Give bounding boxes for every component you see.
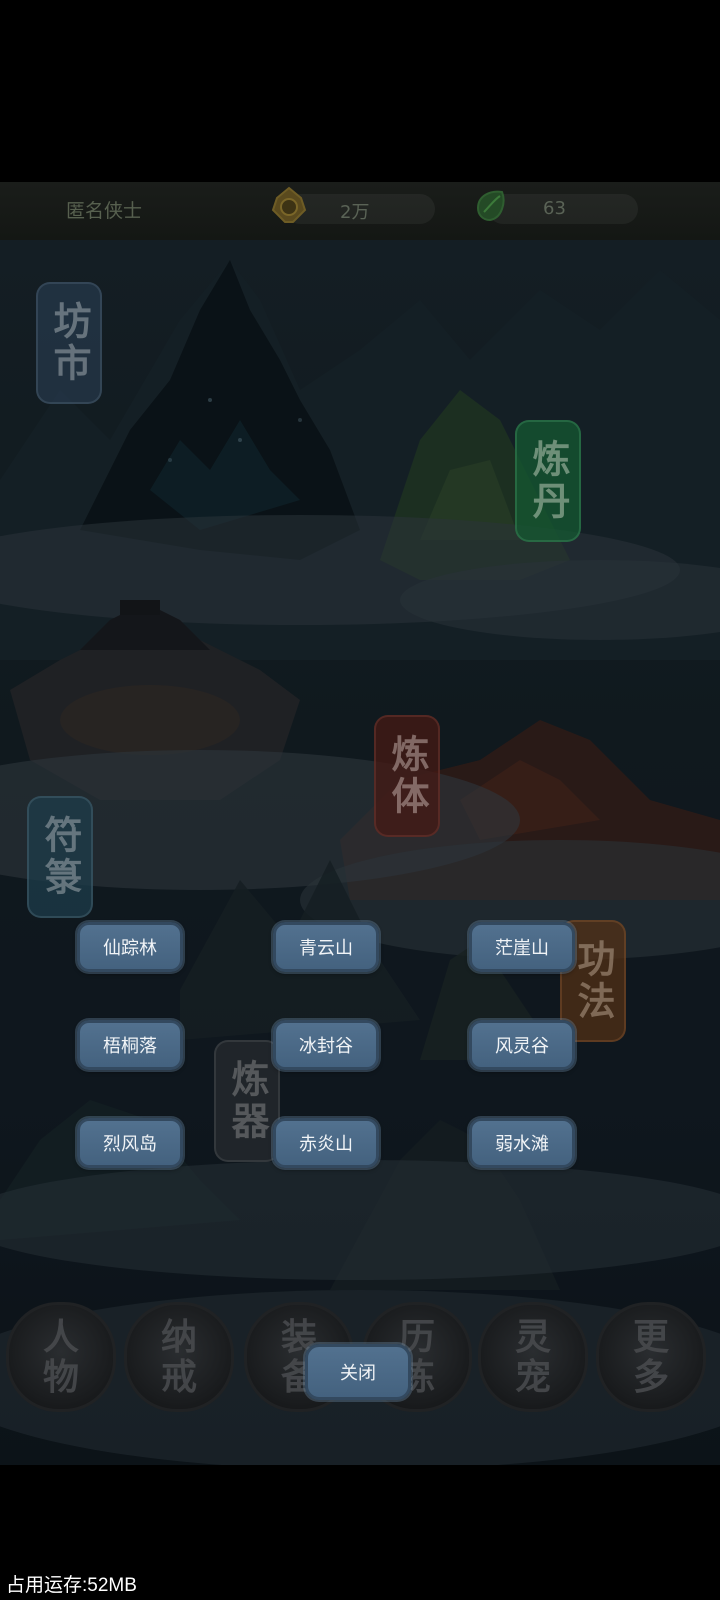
nav-character-label: 人物	[42, 1316, 79, 1398]
game-screen: 匿名侠士 2万 63 坊市 炼丹 炼体 符箓 功法 炼器 人 物 纳 戒 装 备…	[0, 0, 720, 1600]
location-button-wutongluo[interactable]: 梧桐落	[77, 1020, 183, 1070]
player-name: 匿名侠士	[66, 200, 143, 222]
close-button[interactable]: 关闭	[305, 1344, 411, 1400]
location-button-chiyanshan[interactable]: 赤炎山	[273, 1118, 379, 1168]
location-button-bingfenggu[interactable]: 冰封谷	[273, 1020, 379, 1070]
jade-leaf-icon	[476, 190, 505, 222]
sign-forge[interactable]: 炼器	[214, 1040, 280, 1162]
location-button-fenglinggu[interactable]: 风灵谷	[469, 1020, 575, 1070]
nav-spirit-pet-label: 灵宠	[514, 1316, 551, 1398]
nav-more-label: 更多	[632, 1316, 669, 1398]
world-map: 坊市 炼丹 炼体 符箓 功法 炼器 人物 纳戒 装备 历练 灵宠 更多	[0, 240, 720, 1465]
nav-character[interactable]: 人物	[6, 1302, 116, 1412]
nav-spirit-pet[interactable]: 灵宠	[478, 1302, 588, 1412]
nav-storage-ring-label: 纳戒	[160, 1316, 197, 1398]
jade-counter: 63	[476, 190, 638, 224]
sign-market[interactable]: 坊市	[36, 282, 102, 404]
sign-talisman[interactable]: 符箓	[27, 796, 93, 918]
sign-body-refining[interactable]: 炼体	[374, 715, 440, 837]
gold-coin-icon	[271, 186, 307, 223]
location-button-qingyunshan[interactable]: 青云山	[273, 922, 379, 972]
memory-usage-text: 占用运存:52MB	[6, 1575, 137, 1596]
nav-storage-ring[interactable]: 纳戒	[124, 1302, 234, 1412]
nav-more[interactable]: 更多	[596, 1302, 706, 1412]
dim-overlay	[0, 240, 720, 1465]
location-button-xianzonglin[interactable]: 仙踪林	[77, 922, 183, 972]
gold-counter: 2万	[271, 186, 435, 224]
location-button-ruoshuitan[interactable]: 弱水滩	[469, 1118, 575, 1168]
location-button-mangyashan[interactable]: 茫崖山	[469, 922, 575, 972]
location-button-liefengdao[interactable]: 烈风岛	[77, 1118, 183, 1168]
sign-alchemy[interactable]: 炼丹	[515, 420, 581, 542]
jade-value: 63	[543, 198, 566, 219]
gold-value: 2万	[340, 202, 370, 223]
resource-bar: 匿名侠士 2万 63	[0, 182, 720, 240]
